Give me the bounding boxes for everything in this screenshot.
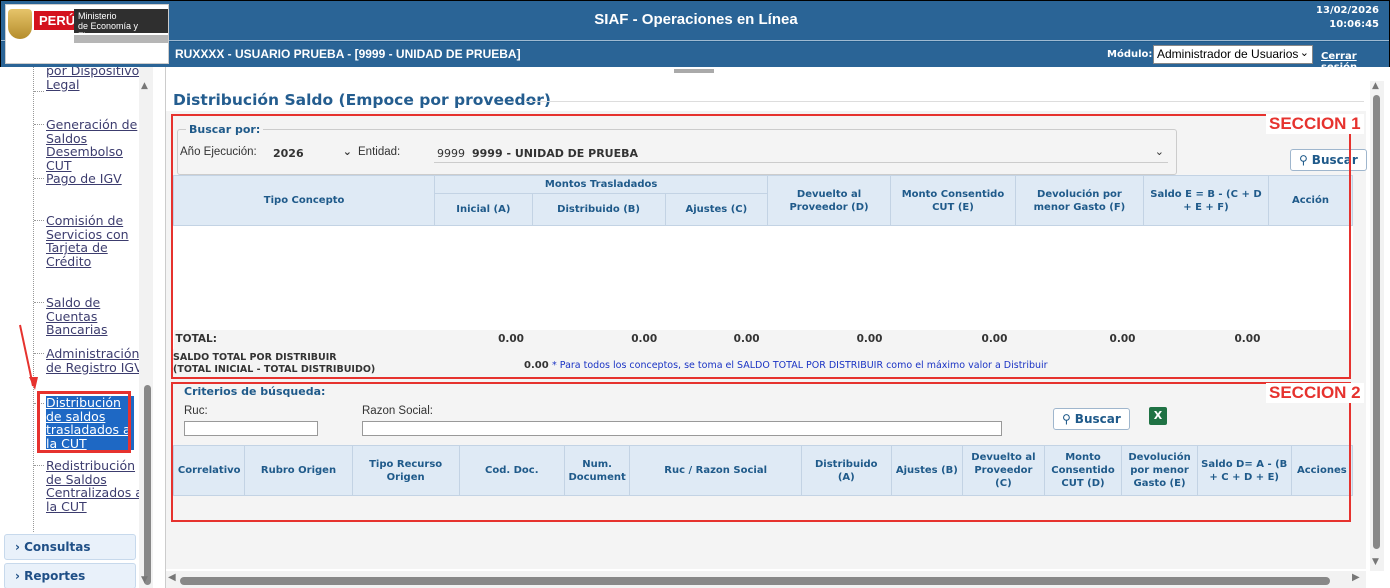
chevron-down-icon: ⌄ (1299, 47, 1309, 59)
scroll-up-icon[interactable]: ▲ (1372, 81, 1379, 91)
tree-branch (34, 465, 44, 466)
scroll-down-icon[interactable]: ▼ (141, 575, 148, 585)
seccion2-label: SECCION 2 (1266, 383, 1364, 403)
accordion-reportes-label: Reportes (24, 569, 86, 583)
sidebar-item-redistribucion-saldos[interactable]: Redistribución de Saldos Centralizados a… (46, 459, 146, 513)
scroll-left-icon[interactable]: ◀ (168, 572, 176, 583)
sidebar-item-saldo-cuentas[interactable]: Saldo de Cuentas Bancarias (46, 296, 146, 337)
modulo-label: Módulo: (1107, 49, 1153, 60)
arrow-line (19, 324, 34, 387)
page-title: Distribución Saldo (Empoce por proveedor… (173, 91, 551, 109)
accordion-consultas-label: Consultas (24, 540, 91, 554)
sidebar-scroll-thumb[interactable] (144, 385, 151, 585)
sidebar-item-administracion-igv[interactable]: Administración de Registro IGV (46, 347, 146, 374)
scroll-up-icon[interactable]: ▲ (141, 81, 148, 91)
selection-highlight-box (37, 391, 131, 453)
app-header: PERÚ Ministerio de Economía y Finanzas S… (0, 0, 1390, 73)
current-time: 10:06:45 (1329, 19, 1379, 30)
seccion2-box (171, 382, 1351, 522)
main-vertical-scroll-thumb[interactable] (1373, 95, 1380, 549)
title-divider (524, 101, 1364, 102)
logo-band (74, 35, 168, 43)
chevron-right-icon: › (15, 569, 25, 583)
arrow-head (29, 377, 38, 390)
scroll-right-icon[interactable]: ▶ (1352, 572, 1360, 583)
main-panel: Distribución Saldo (Empoce por proveedor… (166, 67, 1390, 588)
datetime: 13/02/2026 10:06:45 (1316, 4, 1379, 32)
main-horizontal-scroll-thumb[interactable] (180, 577, 1330, 585)
chevron-right-icon: › (15, 540, 25, 554)
sidebar: por Dispositivo Legal Generación de Sald… (0, 67, 166, 588)
sidebar-item-comision-servicios[interactable]: Comisión de Servicios con Tarjeta de Cré… (46, 214, 146, 268)
seccion1-box (171, 114, 1351, 379)
accordion-consultas[interactable]: › Consultas (4, 534, 136, 560)
app-title: SIAF - Operaciones en Línea (594, 11, 798, 28)
sidebar-item-pago-igv[interactable]: Pago de IGV (46, 172, 146, 186)
current-date: 13/02/2026 (1316, 5, 1379, 16)
sidebar-item-generacion-saldos[interactable]: Generación de Saldos Desembolso CUT (46, 118, 146, 172)
modulo-value: Administrador de Usuarios (1157, 47, 1299, 61)
sidebar-item-dispositivo-legal[interactable]: por Dispositivo Legal (46, 67, 146, 91)
accordion-reportes[interactable]: › Reportes (4, 563, 136, 588)
scroll-down-icon[interactable]: ▼ (1372, 557, 1379, 567)
panel-splitter-handle[interactable] (674, 69, 714, 73)
modulo-select[interactable]: Administrador de Usuarios ⌄ (1153, 45, 1313, 64)
user-info: RUXXXX - USUARIO PRUEBA - [9999 - UNIDAD… (175, 47, 521, 61)
red-arrow-annotation (19, 324, 38, 390)
content-area: Buscar por: Año Ejecución: 2026 ⌄ Entida… (166, 111, 1367, 569)
seccion1-label: SECCION 1 (1266, 114, 1364, 134)
